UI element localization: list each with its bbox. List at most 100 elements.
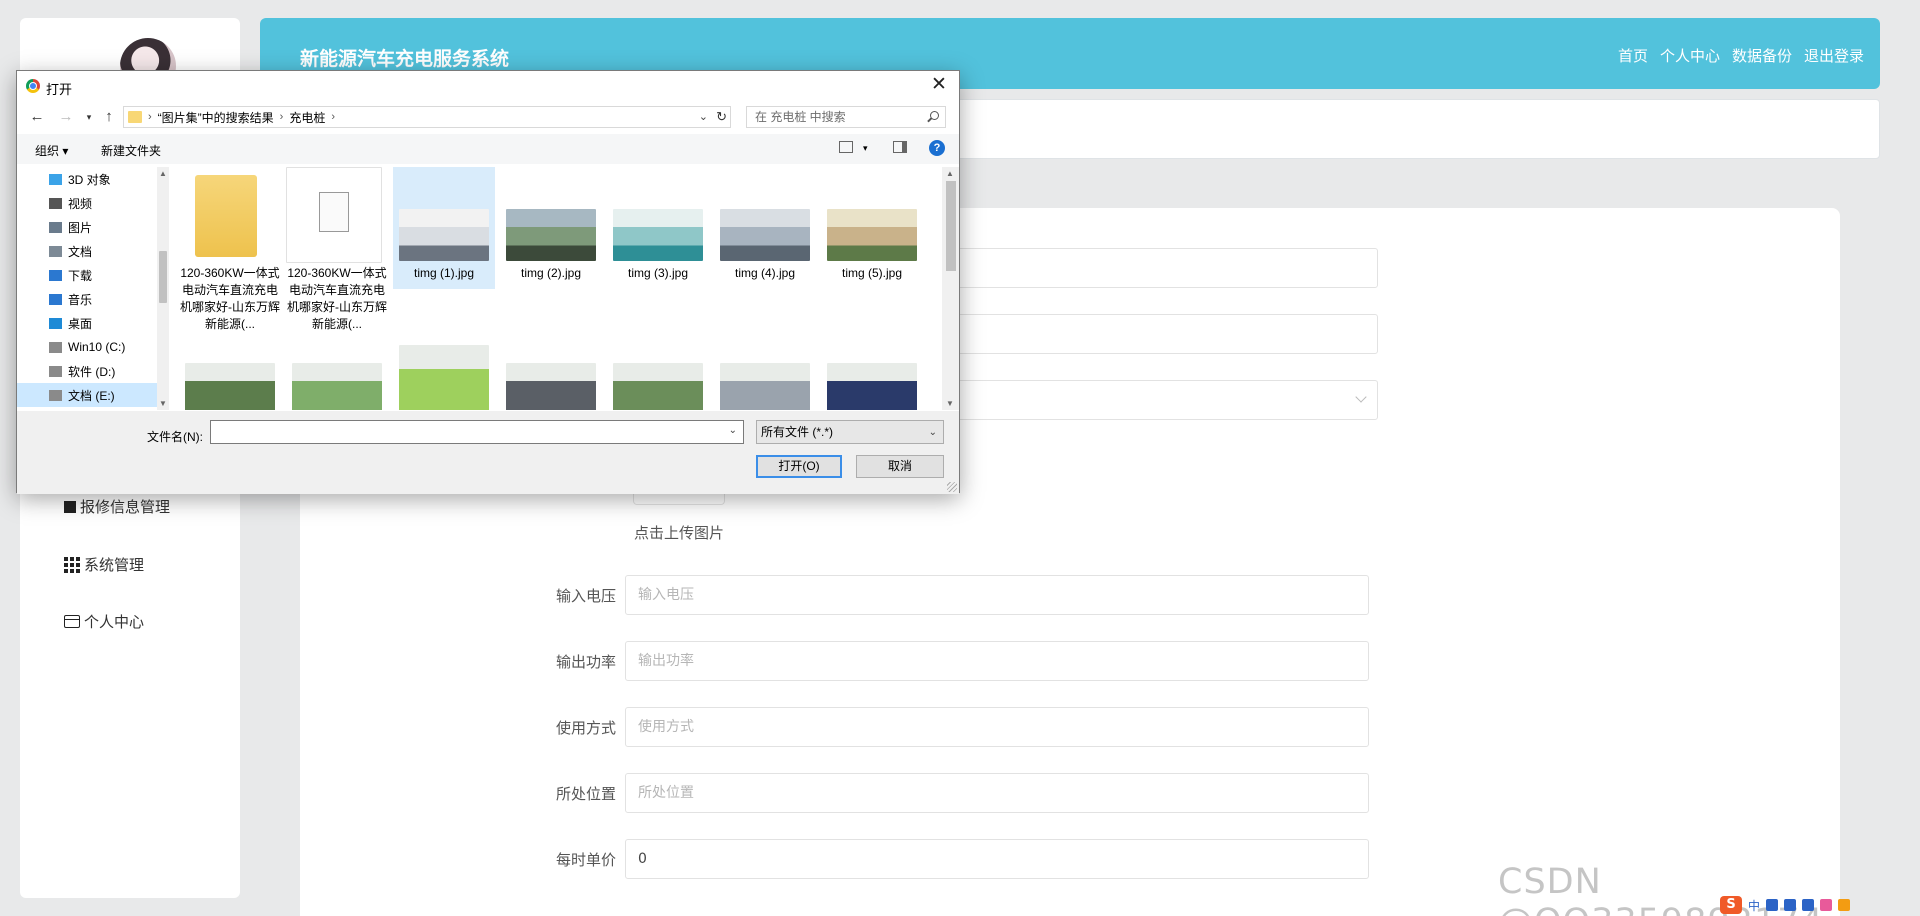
- tree-item-label: 文档 (E:): [68, 388, 115, 403]
- tree-scrollbar[interactable]: ▲ ▼: [157, 167, 169, 410]
- tree-item[interactable]: 文档: [17, 239, 157, 263]
- command-bar: 组织 ▾ 新建文件夹 ▾ ?: [17, 134, 959, 164]
- toolbox-icon[interactable]: [1838, 899, 1851, 911]
- search-icon[interactable]: [930, 111, 939, 120]
- microphone-icon[interactable]: [1784, 899, 1797, 911]
- breadcrumb-separator: ›: [331, 111, 336, 123]
- nav-profile[interactable]: 个人中心: [1660, 45, 1720, 66]
- image-thumbnail[interactable]: [720, 363, 810, 410]
- image-thumbnail[interactable]: [506, 363, 596, 410]
- drive-icon: [49, 365, 62, 377]
- image-thumbnail[interactable]: [827, 363, 917, 410]
- image-thumbnail[interactable]: [613, 363, 703, 410]
- breadcrumb-folder[interactable]: 充电桩: [289, 109, 325, 126]
- ime-tray: S 中: [1718, 894, 1920, 916]
- file-name: timg (3).jpg: [627, 266, 689, 280]
- tree-item[interactable]: Win10 (C:): [17, 335, 157, 359]
- address-dropdown-icon[interactable]: ⌄: [699, 110, 708, 123]
- punctuation-icon[interactable]: [1766, 899, 1779, 911]
- keyboard-icon[interactable]: [1802, 899, 1815, 911]
- form-row-voltage: 输入电压: [520, 575, 1369, 615]
- desktop-icon: [49, 317, 62, 329]
- image-thumbnail[interactable]: [399, 345, 489, 410]
- nav-home[interactable]: 首页: [1618, 45, 1648, 66]
- ime-mode[interactable]: 中: [1748, 897, 1760, 914]
- scroll-down-icon[interactable]: ▼: [946, 399, 954, 408]
- tree-item[interactable]: 桌面: [17, 311, 157, 335]
- view-dropdown-icon[interactable]: ▾: [863, 143, 868, 154]
- organize-menu[interactable]: 组织 ▾: [35, 142, 68, 159]
- file-name: timg (4).jpg: [734, 266, 796, 280]
- file-tile[interactable]: timg (5).jpg: [821, 167, 923, 289]
- skin-icon[interactable]: [1820, 899, 1833, 911]
- forward-arrow-icon[interactable]: →: [56, 107, 76, 127]
- file-tile[interactable]: timg (1).jpg: [393, 167, 495, 289]
- scroll-down-icon[interactable]: ▼: [159, 399, 167, 408]
- cancel-button[interactable]: 取消: [856, 455, 944, 478]
- tree-item[interactable]: 音乐: [17, 287, 157, 311]
- tree-item[interactable]: 3D 对象: [17, 167, 157, 191]
- drive-icon: [49, 341, 62, 353]
- tree-item-label: Win10 (C:): [68, 340, 126, 354]
- up-arrow-icon[interactable]: ↑: [99, 107, 119, 127]
- voltage-input[interactable]: [625, 575, 1369, 615]
- power-input[interactable]: [625, 641, 1369, 681]
- sidebar-item-repair[interactable]: 报修信息管理: [64, 496, 170, 517]
- file-name: timg (5).jpg: [841, 266, 903, 280]
- file-tile[interactable]: timg (4).jpg: [714, 167, 816, 289]
- tree-item[interactable]: 视频: [17, 191, 157, 215]
- usage-input[interactable]: [625, 707, 1369, 747]
- chevron-down-icon: [1355, 391, 1367, 403]
- tree-item[interactable]: 软件 (D:): [17, 359, 157, 383]
- sidebar-item-label: 系统管理: [84, 556, 145, 574]
- address-bar[interactable]: › “图片集”中的搜索结果 › 充电桩 › ⌄ ↻: [123, 106, 731, 128]
- scroll-up-icon[interactable]: ▲: [946, 169, 954, 178]
- file-tile[interactable]: timg (2).jpg: [500, 167, 602, 289]
- upload-hint[interactable]: 点击上传图片: [634, 522, 724, 543]
- image-thumbnail: [720, 209, 810, 261]
- tree-item[interactable]: 下载: [17, 263, 157, 287]
- scrollbar-thumb[interactable]: [159, 251, 167, 303]
- help-icon[interactable]: ?: [929, 140, 945, 156]
- location-input[interactable]: [625, 773, 1369, 813]
- file-tile[interactable]: 120-360KW一体式电动汽车直流充电机哪家好-山东万辉新能源(...: [286, 167, 388, 331]
- tree-item[interactable]: 图片: [17, 215, 157, 239]
- filetype-value: 所有文件 (*.*): [761, 425, 834, 439]
- form-row-power: 输出功率: [520, 641, 1369, 681]
- sidebar-item-profile[interactable]: 个人中心: [64, 611, 144, 632]
- tree-item[interactable]: 文档 (E:): [17, 383, 157, 407]
- filename-label: 文件名(N):: [147, 430, 203, 444]
- file-name: timg (2).jpg: [520, 266, 582, 280]
- recent-locations-icon[interactable]: ▾: [79, 107, 99, 127]
- filename-dropdown-icon[interactable]: ⌄: [729, 425, 737, 436]
- refresh-icon[interactable]: ↻: [716, 109, 727, 125]
- scroll-up-icon[interactable]: ▲: [159, 169, 167, 178]
- file-tile[interactable]: timg (3).jpg: [607, 167, 709, 289]
- file-list-scrollbar[interactable]: ▲ ▼: [942, 167, 959, 410]
- sidebar-item-label: 个人中心: [84, 613, 145, 631]
- back-arrow-icon[interactable]: ←: [27, 107, 47, 127]
- nav-logout[interactable]: 退出登录: [1804, 45, 1864, 66]
- sidebar-item-system[interactable]: 系统管理: [64, 554, 144, 575]
- tree-item-label: 图片: [68, 220, 93, 235]
- search-input[interactable]: 在 充电桩 中搜索: [746, 106, 946, 128]
- scrollbar-thumb[interactable]: [946, 181, 956, 271]
- nav-backup[interactable]: 数据备份: [1732, 45, 1792, 66]
- filetype-select[interactable]: 所有文件 (*.*) ⌄: [756, 420, 944, 444]
- image-thumbnail[interactable]: [292, 363, 382, 410]
- document-icon: [319, 192, 349, 232]
- ime-logo-icon[interactable]: S: [1720, 896, 1742, 914]
- preview-pane-icon[interactable]: [893, 141, 907, 153]
- file-tile[interactable]: 120-360KW一体式电动汽车直流充电机哪家好-山东万辉新能源(...: [179, 167, 281, 331]
- resize-grip-icon[interactable]: [947, 482, 957, 492]
- filename-input[interactable]: ⌄: [210, 420, 744, 444]
- price-input[interactable]: [625, 839, 1369, 879]
- open-button[interactable]: 打开(O): [756, 455, 842, 478]
- tree-item-label: 文档: [68, 244, 93, 259]
- breadcrumb-search-results[interactable]: “图片集”中的搜索结果: [158, 109, 274, 126]
- image-thumbnail[interactable]: [185, 363, 275, 410]
- dialog-titlebar[interactable]: 打开 ✕: [17, 71, 959, 101]
- close-button[interactable]: ✕: [919, 71, 959, 101]
- new-folder-button[interactable]: 新建文件夹: [101, 142, 161, 159]
- change-view-icon[interactable]: [839, 141, 853, 153]
